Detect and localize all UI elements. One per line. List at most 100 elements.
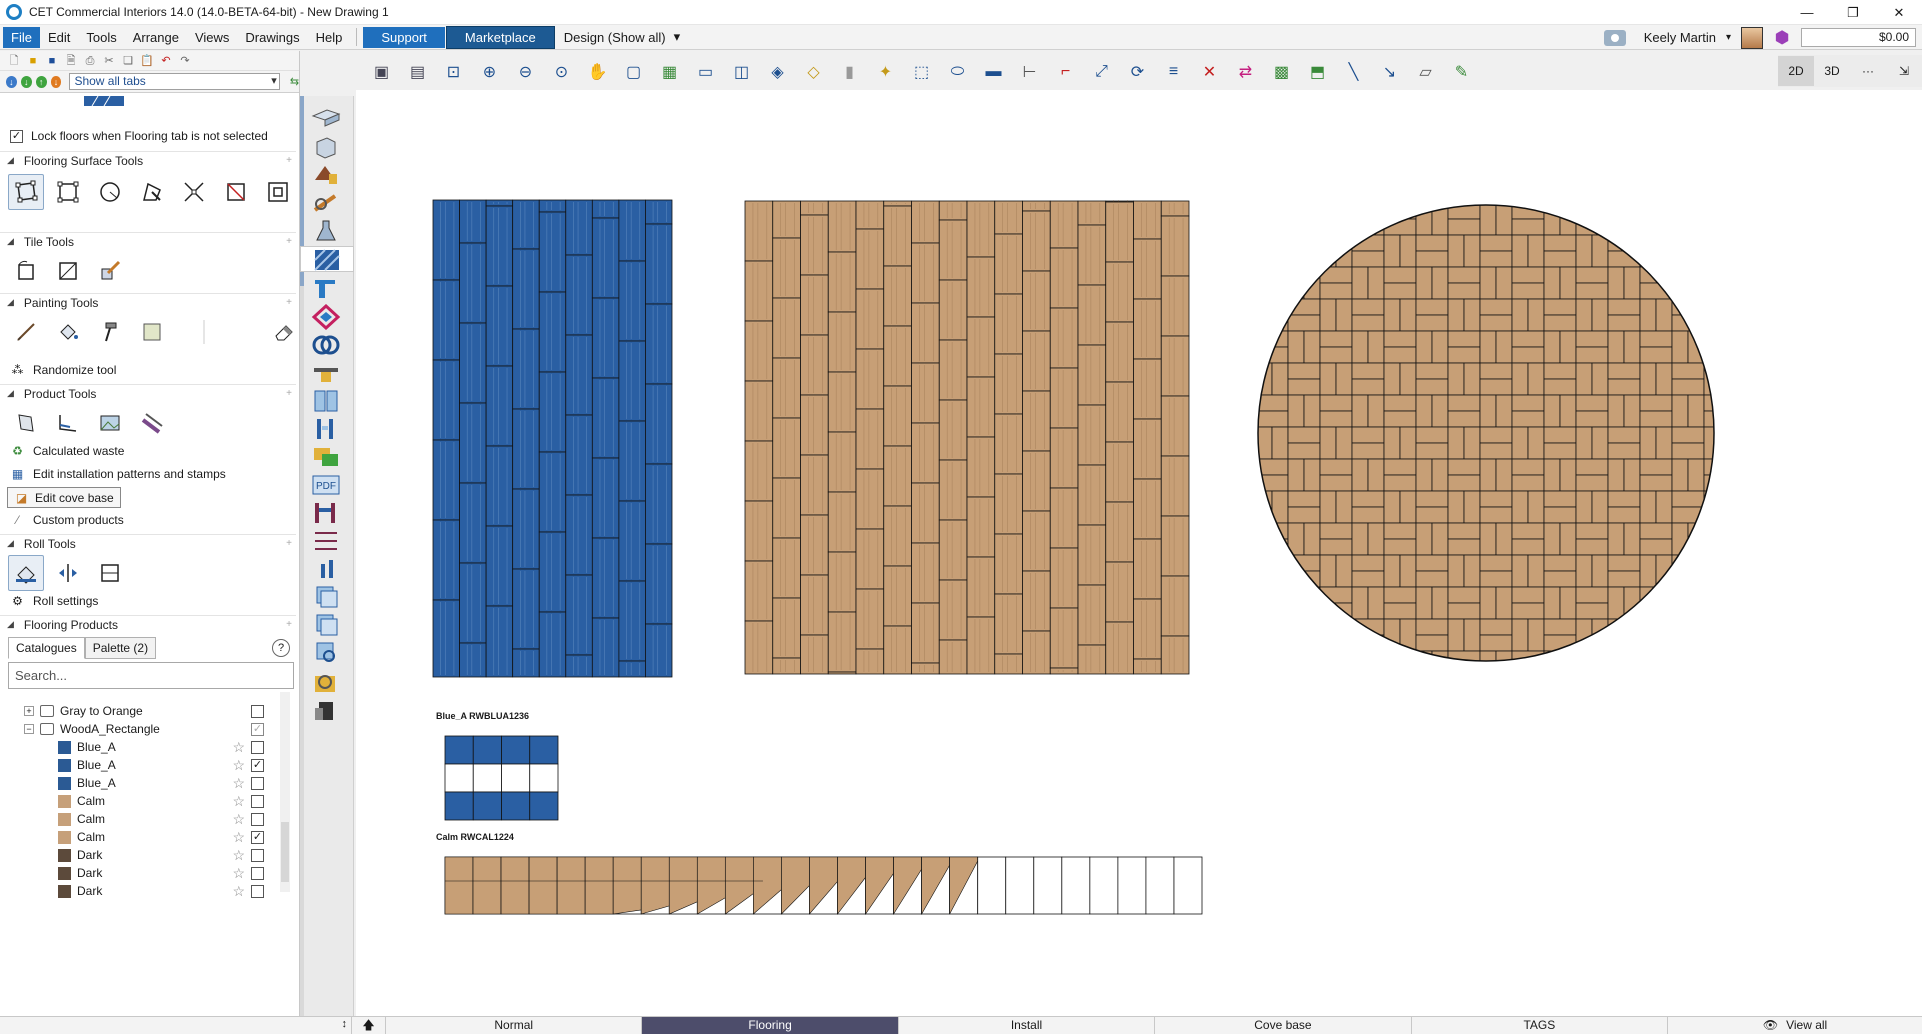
expander-icon[interactable]: − <box>24 724 34 734</box>
strip-inspect-icon[interactable] <box>311 670 341 696</box>
ruler-icon[interactable]: ▮ <box>834 58 865 86</box>
pan-icon[interactable]: ✋ <box>582 58 613 86</box>
lock-floors-row[interactable]: ✓ Lock floors when Flooring tab is not s… <box>10 129 268 143</box>
edit-patterns-row[interactable]: ▦ Edit installation patterns and stamps <box>10 466 226 481</box>
roll-fill-tool[interactable] <box>8 555 44 591</box>
pin-icon[interactable]: + <box>286 236 292 247</box>
item-checkbox[interactable] <box>251 866 264 880</box>
brush-icon[interactable] <box>8 314 44 350</box>
select-lasso-icon[interactable]: ⬭ <box>942 58 973 86</box>
strip-cove-base-icon[interactable] <box>311 276 341 302</box>
measure-icon[interactable]: ◇ <box>798 58 829 86</box>
product-surface-icon[interactable] <box>8 405 44 441</box>
zoom-fit-icon[interactable]: ▣ <box>366 58 397 86</box>
strip-tools-icon[interactable] <box>311 190 341 216</box>
roll-split-tool[interactable] <box>92 555 128 591</box>
favorite-star-icon[interactable]: ☆ <box>232 757 245 774</box>
strip-scrollbar[interactable] <box>300 96 304 1016</box>
strip-materials-icon[interactable] <box>311 162 341 188</box>
menu-edit[interactable]: Edit <box>40 27 78 48</box>
circle-surface-tool[interactable] <box>92 174 128 210</box>
print-icon[interactable]: ⎙ <box>82 54 98 68</box>
view-all-button[interactable]: 👁 View all <box>1668 1017 1922 1034</box>
strip-flooring-icon[interactable] <box>300 246 354 272</box>
open-folder-icon[interactable]: ■ <box>25 54 41 68</box>
orange-circle-icon[interactable]: ↓ <box>50 75 62 88</box>
expander-icon[interactable]: + <box>24 706 34 716</box>
strip-accessories-icon[interactable] <box>311 556 341 582</box>
connect-icon[interactable]: ⌐ <box>1050 58 1081 86</box>
render-icon[interactable]: ◫ <box>726 58 757 86</box>
pin-icon[interactable]: + <box>286 619 292 630</box>
align-icon[interactable]: ≡ <box>1158 58 1189 86</box>
snapshot-icon[interactable]: ▦ <box>654 58 685 86</box>
tree-item[interactable]: Dark ☆ <box>24 846 274 864</box>
tree-scrollbar-thumb[interactable] <box>281 822 289 882</box>
edit-cove-base-button[interactable]: ◪ Edit cove base <box>7 487 121 508</box>
avatar[interactable] <box>1741 26 1763 49</box>
tree-item[interactable]: Calm ☆ <box>24 810 274 828</box>
tree-folder[interactable]: + Gray to Orange <box>24 702 274 720</box>
group-icon[interactable]: ▩ <box>1266 58 1297 86</box>
star-icon[interactable]: ✦ <box>870 58 901 86</box>
blue-circle-icon[interactable]: ↓ <box>6 75 17 88</box>
tree-folder[interactable]: − WoodA_Rectangle ✓ <box>24 720 274 738</box>
favorite-star-icon[interactable]: ☆ <box>232 847 245 864</box>
item-checkbox[interactable] <box>251 704 264 718</box>
menu-drawings[interactable]: Drawings <box>237 27 307 48</box>
herringbone-circle-floor[interactable] <box>1224 171 1768 715</box>
tab-tags[interactable]: TAGS <box>1412 1017 1669 1034</box>
lock-floors-checkbox[interactable]: ✓ <box>10 129 23 143</box>
strip-pdf-icon[interactable]: PDF <box>311 472 341 498</box>
marketplace-button[interactable]: Marketplace <box>445 25 555 49</box>
print-preview-icon[interactable]: 🗎 <box>63 54 79 68</box>
copy-icon[interactable]: ❏ <box>120 54 136 68</box>
user-name[interactable]: Keely Martin <box>1636 30 1716 45</box>
item-checkbox[interactable] <box>251 812 264 826</box>
save-icon[interactable]: ■ <box>44 54 60 68</box>
tile-brush-tool[interactable] <box>92 253 128 289</box>
user-chevron-down-icon[interactable]: ▾ <box>1726 32 1731 43</box>
design-dropdown[interactable]: Design (Show all) ▾ <box>556 29 688 45</box>
strip-images-icon[interactable] <box>311 444 341 470</box>
new-file-icon[interactable]: 🗋 <box>6 54 22 68</box>
item-checkbox[interactable] <box>251 776 264 790</box>
up-arrow-icon[interactable]: 🡅 <box>352 1017 386 1034</box>
paint-bucket-icon[interactable] <box>50 314 86 350</box>
menu-views[interactable]: Views <box>187 27 237 48</box>
green-circle-icon[interactable]: ↓ <box>20 75 32 88</box>
polygon-surface-tool[interactable] <box>8 174 44 210</box>
section-flooring-surface-tools[interactable]: ◢ Flooring Surface Tools + <box>0 151 296 169</box>
favorite-star-icon[interactable]: ☆ <box>232 829 245 846</box>
shape-icon[interactable]: ◈ <box>762 58 793 86</box>
edit-points-tool[interactable] <box>134 174 170 210</box>
tab-selector-dropdown[interactable]: Show all tabs <box>69 73 280 90</box>
tape-measure-icon[interactable] <box>134 405 170 441</box>
drawing-canvas[interactable]: Blue_A RWBLUA1236 Calm RWCAL1224 <box>356 90 1922 1016</box>
roll-seam-tool[interactable] <box>50 555 86 591</box>
tree-item[interactable]: Dark ☆ <box>24 882 274 900</box>
hammer-icon[interactable] <box>92 314 128 350</box>
stretch-icon[interactable]: ⇄ <box>1230 58 1261 86</box>
section-flooring-products[interactable]: ◢ Flooring Products + <box>0 615 296 633</box>
cut-icon[interactable]: ✂ <box>101 54 117 68</box>
strip-flask-icon[interactable] <box>311 218 341 244</box>
drawing-svg[interactable] <box>356 90 1922 1016</box>
strip-room-icon[interactable] <box>311 134 341 160</box>
item-checkbox[interactable] <box>251 848 264 862</box>
tab-catalogues[interactable]: Catalogues <box>8 637 85 659</box>
cove-profile-icon[interactable] <box>50 405 86 441</box>
select-icon[interactable]: ▢ <box>618 58 649 86</box>
view-expand-button[interactable]: ⇲ <box>1886 56 1922 86</box>
pin-icon[interactable]: + <box>286 297 292 308</box>
favorite-star-icon[interactable]: ☆ <box>232 811 245 828</box>
section-painting-tools[interactable]: ◢ Painting Tools + <box>0 293 296 311</box>
custom-products-row[interactable]: ⁄ Custom products <box>10 512 123 527</box>
search-input[interactable]: Search... <box>8 662 294 689</box>
item-checkbox[interactable]: ✓ <box>251 758 264 772</box>
menu-file[interactable]: File <box>3 26 40 48</box>
arrow-icon[interactable]: ↘ <box>1374 58 1405 86</box>
item-checkbox[interactable] <box>251 740 264 754</box>
annotation-icon[interactable]: ▬ <box>978 58 1009 86</box>
zoom-out-icon[interactable]: ⊖ <box>510 58 541 86</box>
